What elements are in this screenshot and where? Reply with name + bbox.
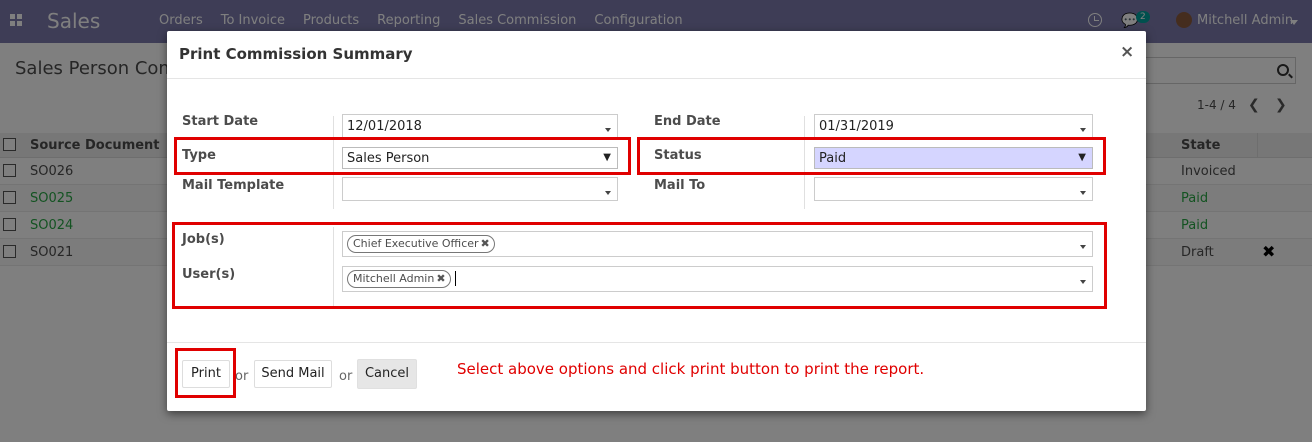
dialog-title: Print Commission Summary <box>179 45 413 63</box>
start-date-field[interactable]: 12/01/2018 <box>342 114 618 138</box>
chevron-down-icon[interactable] <box>1080 191 1086 195</box>
close-icon[interactable]: × <box>1120 42 1134 62</box>
footer-divider <box>167 342 1146 343</box>
start-date-value: 12/01/2018 <box>347 119 422 134</box>
end-date-value: 01/31/2019 <box>819 119 894 134</box>
mail-to-label: Mail To <box>654 178 706 193</box>
type-highlight-box <box>174 137 631 175</box>
print-highlight-box <box>175 348 236 398</box>
print-commission-dialog: Print Commission Summary × Start Date 12… <box>167 31 1146 411</box>
or-separator: or <box>339 369 353 384</box>
end-date-field[interactable]: 01/31/2019 <box>814 114 1093 138</box>
mail-template-label: Mail Template <box>182 178 285 193</box>
end-date-label: End Date <box>654 114 721 129</box>
chevron-down-icon[interactable] <box>1080 128 1086 132</box>
header-divider <box>167 78 1146 79</box>
cancel-button[interactable]: Cancel <box>357 359 417 389</box>
send-mail-button[interactable]: Send Mail <box>254 360 332 388</box>
or-separator: or <box>235 369 249 384</box>
chevron-down-icon[interactable] <box>605 191 611 195</box>
start-date-label: Start Date <box>182 114 259 129</box>
chevron-down-icon[interactable] <box>605 128 611 132</box>
status-highlight-box <box>637 137 1106 175</box>
mail-to-field[interactable] <box>814 177 1093 201</box>
jobs-users-highlight-box <box>172 222 1107 309</box>
mail-template-field[interactable] <box>342 177 618 201</box>
instruction-text: Select above options and click print but… <box>457 360 925 378</box>
